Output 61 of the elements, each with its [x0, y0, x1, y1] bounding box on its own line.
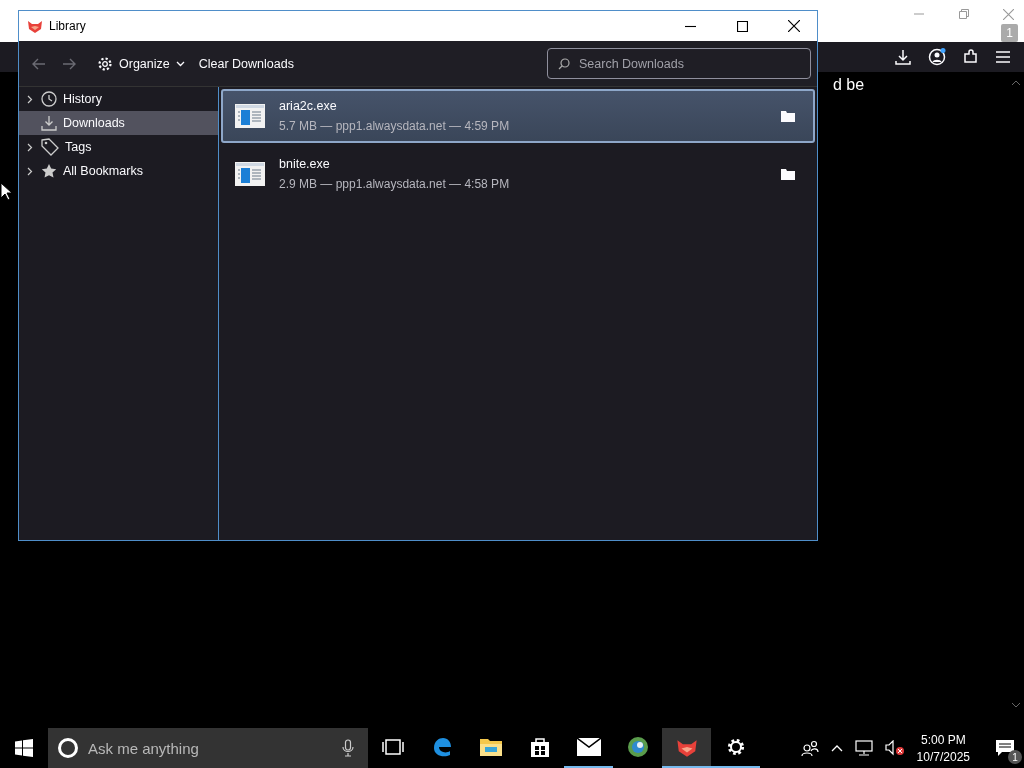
scroll-up-icon[interactable] [1012, 80, 1020, 85]
scroll-down-icon[interactable] [1012, 703, 1020, 708]
download-icon[interactable] [895, 49, 911, 65]
folder-icon [479, 737, 502, 757]
chevron-right-icon[interactable] [27, 94, 33, 104]
download-item[interactable]: bnite.exe 2.9 MB — ppp1.alwaysdata.net — 4:58 PM [221, 147, 815, 201]
sidebar-item[interactable]: All Bookmarks [19, 159, 218, 183]
maximize-icon[interactable] [736, 20, 748, 32]
file-name: bnite.exe [279, 157, 331, 171]
sidebar-label: History [63, 92, 102, 106]
folder-icon[interactable] [781, 168, 795, 180]
file-name: aria2c.exe [279, 99, 338, 113]
sidebar-item[interactable]: Downloads [19, 111, 218, 135]
chevron-right-icon[interactable] [27, 142, 33, 152]
restore-icon[interactable] [958, 9, 969, 19]
clock-icon [41, 91, 57, 107]
sidebar-label: Downloads [63, 116, 125, 130]
executable-file-icon [235, 104, 265, 128]
star-icon [41, 163, 57, 179]
people-icon[interactable] [800, 739, 819, 757]
account-icon[interactable] [928, 48, 946, 66]
mail-icon [576, 738, 601, 756]
puzzle-icon[interactable] [963, 49, 979, 65]
sidebar-label: Tags [65, 140, 92, 154]
executable-file-icon [235, 162, 265, 186]
mouse-pointer-icon [0, 182, 12, 201]
task-view-icon [381, 739, 404, 755]
clear-downloads-button[interactable]: Clear Downloads [194, 52, 298, 75]
store-icon [529, 736, 550, 758]
tag-icon [41, 138, 59, 156]
taskbar-button[interactable] [662, 728, 711, 768]
sidebar-item[interactable]: Tags [19, 135, 218, 159]
cortana-icon [57, 737, 79, 759]
search-icon [558, 58, 570, 70]
microphone-icon[interactable] [342, 739, 354, 757]
chevron-up-icon[interactable] [830, 744, 843, 752]
clock[interactable]: 5:00 PM 10/7/2025 [916, 732, 970, 764]
page-text: d be [833, 76, 865, 95]
close-icon[interactable] [788, 20, 800, 32]
fox-icon [27, 18, 43, 34]
window-title: Library [49, 19, 87, 33]
gear-icon [97, 55, 113, 72]
search-field[interactable]: Ask me anything [48, 728, 368, 768]
download-icon [41, 115, 57, 131]
sidebar-item[interactable]: History [19, 87, 218, 111]
network-icon[interactable] [854, 740, 873, 756]
notification-count: 1 [1008, 750, 1022, 764]
chevron-down-icon [175, 60, 185, 67]
folder-icon[interactable] [781, 110, 795, 122]
globe-icon [626, 736, 649, 758]
sidebar-label: All Bookmarks [63, 164, 143, 178]
download-details: 2.9 MB — ppp1.alwaysdata.net — 4:58 PM [279, 177, 511, 191]
download-item[interactable]: aria2c.exe 5.7 MB — ppp1.alwaysdata.net — 4:59 PM [221, 89, 815, 143]
search-field[interactable]: Search Downloads [547, 48, 811, 79]
download-details: 5.7 MB — ppp1.alwaysdata.net — 4:59 PM [279, 119, 511, 133]
muted-speaker-icon[interactable] [884, 740, 905, 756]
chevron-right-icon[interactable] [27, 166, 33, 176]
windows-logo-icon [15, 739, 33, 757]
message-icon [996, 740, 1014, 756]
organize-button[interactable]: Organize [93, 51, 189, 76]
menu-icon[interactable] [996, 51, 1010, 63]
